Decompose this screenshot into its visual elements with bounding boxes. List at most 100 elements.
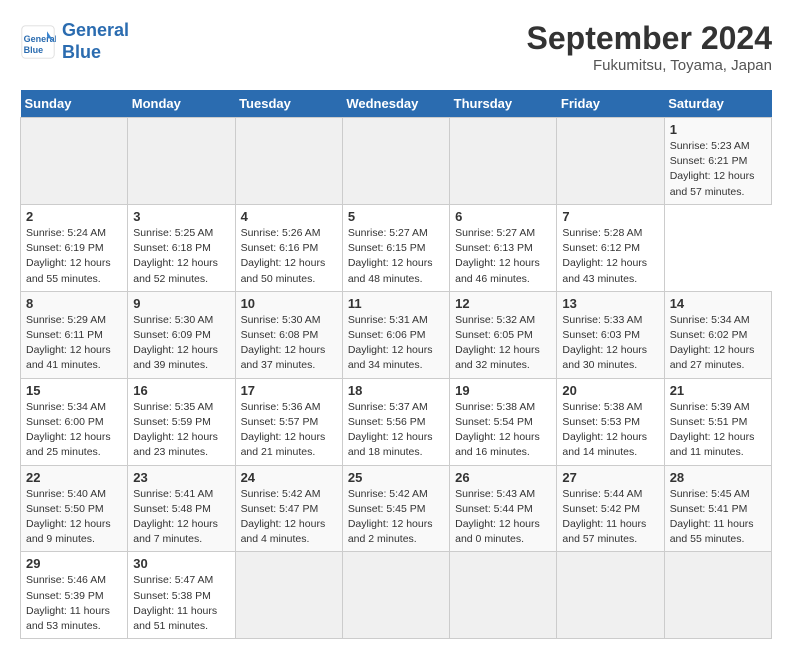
calendar-week-row: 1 Sunrise: 5:23 AMSunset: 6:21 PMDayligh… [21,118,772,205]
weekday-header: Thursday [450,90,557,118]
logo-line2: Blue [62,42,101,62]
calendar-cell: 2 Sunrise: 5:24 AMSunset: 6:19 PMDayligh… [21,204,128,291]
day-info: Sunrise: 5:30 AMSunset: 6:09 PMDaylight:… [133,313,229,374]
month-title: September 2024 [527,20,772,57]
calendar-week-row: 15 Sunrise: 5:34 AMSunset: 6:00 PMDaylig… [21,378,772,465]
day-number: 3 [133,209,229,224]
day-number: 12 [455,296,551,311]
day-number: 2 [26,209,122,224]
day-info: Sunrise: 5:23 AMSunset: 6:21 PMDaylight:… [670,139,766,200]
day-info: Sunrise: 5:25 AMSunset: 6:18 PMDaylight:… [133,226,229,287]
day-number: 20 [562,383,658,398]
day-number: 10 [241,296,337,311]
day-number: 28 [670,470,766,485]
calendar-cell: 16 Sunrise: 5:35 AMSunset: 5:59 PMDaylig… [128,378,235,465]
calendar-cell [557,552,664,639]
calendar-cell [450,552,557,639]
calendar-week-row: 22 Sunrise: 5:40 AMSunset: 5:50 PMDaylig… [21,465,772,552]
calendar-cell: 1 Sunrise: 5:23 AMSunset: 6:21 PMDayligh… [664,118,771,205]
day-info: Sunrise: 5:27 AMSunset: 6:13 PMDaylight:… [455,226,551,287]
day-info: Sunrise: 5:37 AMSunset: 5:56 PMDaylight:… [348,400,444,461]
day-number: 26 [455,470,551,485]
day-info: Sunrise: 5:36 AMSunset: 5:57 PMDaylight:… [241,400,337,461]
calendar-cell: 25 Sunrise: 5:42 AMSunset: 5:45 PMDaylig… [342,465,449,552]
weekday-header: Saturday [664,90,771,118]
day-number: 5 [348,209,444,224]
calendar-cell: 22 Sunrise: 5:40 AMSunset: 5:50 PMDaylig… [21,465,128,552]
calendar-cell [128,118,235,205]
calendar-cell [450,118,557,205]
day-number: 15 [26,383,122,398]
day-number: 8 [26,296,122,311]
weekday-header: Wednesday [342,90,449,118]
day-number: 14 [670,296,766,311]
calendar-week-row: 2 Sunrise: 5:24 AMSunset: 6:19 PMDayligh… [21,204,772,291]
day-info: Sunrise: 5:24 AMSunset: 6:19 PMDaylight:… [26,226,122,287]
weekday-header-row: SundayMondayTuesdayWednesdayThursdayFrid… [21,90,772,118]
day-number: 9 [133,296,229,311]
day-number: 13 [562,296,658,311]
calendar-cell: 19 Sunrise: 5:38 AMSunset: 5:54 PMDaylig… [450,378,557,465]
calendar-cell: 26 Sunrise: 5:43 AMSunset: 5:44 PMDaylig… [450,465,557,552]
weekday-header: Sunday [21,90,128,118]
calendar-cell: 28 Sunrise: 5:45 AMSunset: 5:41 PMDaylig… [664,465,771,552]
calendar-cell: 23 Sunrise: 5:41 AMSunset: 5:48 PMDaylig… [128,465,235,552]
day-info: Sunrise: 5:41 AMSunset: 5:48 PMDaylight:… [133,487,229,548]
title-block: September 2024 Fukumitsu, Toyama, Japan [527,20,772,74]
day-number: 1 [670,122,766,137]
day-number: 22 [26,470,122,485]
day-number: 11 [348,296,444,311]
day-info: Sunrise: 5:34 AMSunset: 6:02 PMDaylight:… [670,313,766,374]
day-number: 4 [241,209,337,224]
day-number: 19 [455,383,551,398]
calendar-cell: 11 Sunrise: 5:31 AMSunset: 6:06 PMDaylig… [342,291,449,378]
calendar-cell [557,118,664,205]
day-number: 23 [133,470,229,485]
calendar-cell: 12 Sunrise: 5:32 AMSunset: 6:05 PMDaylig… [450,291,557,378]
calendar-cell [342,552,449,639]
day-info: Sunrise: 5:26 AMSunset: 6:16 PMDaylight:… [241,226,337,287]
day-number: 24 [241,470,337,485]
day-info: Sunrise: 5:40 AMSunset: 5:50 PMDaylight:… [26,487,122,548]
calendar-table: SundayMondayTuesdayWednesdayThursdayFrid… [20,90,772,639]
weekday-header: Friday [557,90,664,118]
calendar-cell [342,118,449,205]
calendar-week-row: 8 Sunrise: 5:29 AMSunset: 6:11 PMDayligh… [21,291,772,378]
day-number: 29 [26,556,122,571]
day-info: Sunrise: 5:30 AMSunset: 6:08 PMDaylight:… [241,313,337,374]
logo-icon: General Blue [20,24,56,60]
calendar-cell: 4 Sunrise: 5:26 AMSunset: 6:16 PMDayligh… [235,204,342,291]
day-info: Sunrise: 5:28 AMSunset: 6:12 PMDaylight:… [562,226,658,287]
day-info: Sunrise: 5:29 AMSunset: 6:11 PMDaylight:… [26,313,122,374]
calendar-cell: 17 Sunrise: 5:36 AMSunset: 5:57 PMDaylig… [235,378,342,465]
calendar-cell: 15 Sunrise: 5:34 AMSunset: 6:00 PMDaylig… [21,378,128,465]
day-info: Sunrise: 5:27 AMSunset: 6:15 PMDaylight:… [348,226,444,287]
calendar-cell: 7 Sunrise: 5:28 AMSunset: 6:12 PMDayligh… [557,204,664,291]
page-header: General Blue General Blue September 2024… [20,20,772,74]
day-info: Sunrise: 5:33 AMSunset: 6:03 PMDaylight:… [562,313,658,374]
calendar-cell: 18 Sunrise: 5:37 AMSunset: 5:56 PMDaylig… [342,378,449,465]
calendar-cell: 8 Sunrise: 5:29 AMSunset: 6:11 PMDayligh… [21,291,128,378]
calendar-cell: 10 Sunrise: 5:30 AMSunset: 6:08 PMDaylig… [235,291,342,378]
day-number: 7 [562,209,658,224]
day-info: Sunrise: 5:35 AMSunset: 5:59 PMDaylight:… [133,400,229,461]
calendar-cell: 6 Sunrise: 5:27 AMSunset: 6:13 PMDayligh… [450,204,557,291]
calendar-cell: 30 Sunrise: 5:47 AMSunset: 5:38 PMDaylig… [128,552,235,639]
calendar-cell: 5 Sunrise: 5:27 AMSunset: 6:15 PMDayligh… [342,204,449,291]
calendar-cell: 20 Sunrise: 5:38 AMSunset: 5:53 PMDaylig… [557,378,664,465]
day-info: Sunrise: 5:44 AMSunset: 5:42 PMDaylight:… [562,487,658,548]
calendar-cell [235,552,342,639]
day-info: Sunrise: 5:47 AMSunset: 5:38 PMDaylight:… [133,573,229,634]
day-number: 30 [133,556,229,571]
day-info: Sunrise: 5:42 AMSunset: 5:45 PMDaylight:… [348,487,444,548]
calendar-cell: 21 Sunrise: 5:39 AMSunset: 5:51 PMDaylig… [664,378,771,465]
svg-text:Blue: Blue [24,44,44,54]
day-info: Sunrise: 5:43 AMSunset: 5:44 PMDaylight:… [455,487,551,548]
calendar-cell [21,118,128,205]
day-number: 21 [670,383,766,398]
day-number: 27 [562,470,658,485]
calendar-cell [235,118,342,205]
day-number: 18 [348,383,444,398]
calendar-week-row: 29 Sunrise: 5:46 AMSunset: 5:39 PMDaylig… [21,552,772,639]
day-info: Sunrise: 5:46 AMSunset: 5:39 PMDaylight:… [26,573,122,634]
